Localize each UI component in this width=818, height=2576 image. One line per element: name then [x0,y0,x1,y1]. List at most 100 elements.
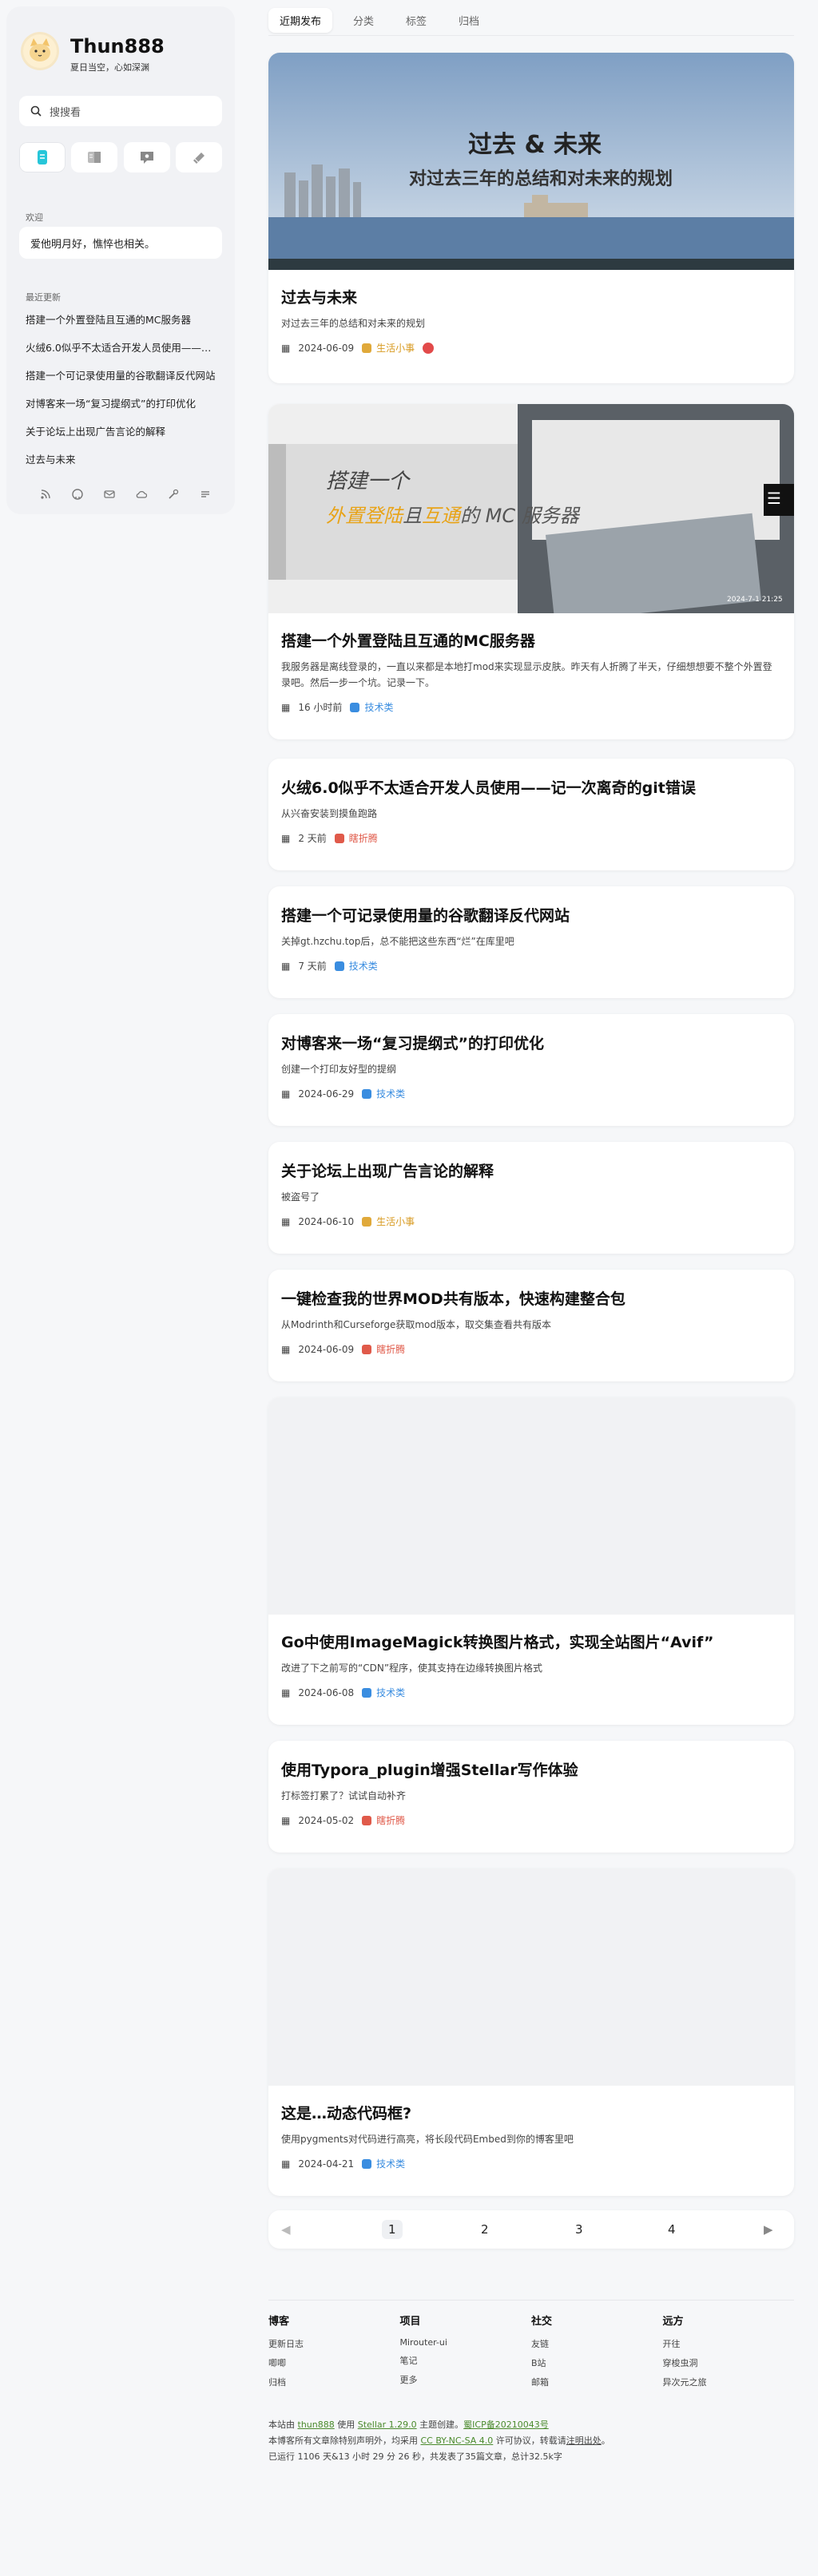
nav-more-button[interactable] [175,142,222,172]
post-title[interactable]: 搭建一个外置登陆且互通的MC服务器 [281,629,781,651]
post-title[interactable]: 关于论坛上出现广告言论的解释 [281,1159,781,1181]
post-title[interactable]: 这是…动态代码框? [281,2102,781,2123]
footer-column-blog: 博客 更新日志 唧唧 归档 [268,2312,400,2395]
post-card[interactable]: 搭建一个 外置登陆且互通的 MC 服务器 ☰ 2024-7-1 21:25 搭建… [268,404,794,739]
post-title[interactable]: 搭建一个可记录使用量的谷歌翻译反代网站 [281,904,781,925]
recent-post-link[interactable]: 过去与未来 [26,453,220,481]
tab-recent[interactable]: 近期发布 [268,8,333,33]
post-title[interactable]: 过去与未来 [281,286,781,307]
post-cover-placeholder [268,1397,794,1615]
footer-link[interactable]: 友链 [531,2337,663,2350]
mail-icon[interactable] [102,489,117,503]
post-category[interactable]: 技术类 [350,700,393,714]
prev-page-icon[interactable]: ◀ [281,2222,291,2237]
recent-post-link[interactable]: 对博客来一场“复习提纲式”的打印优化 [26,397,220,425]
calendar-icon: ▦ [281,832,291,844]
footer-link[interactable]: 归档 [268,2376,400,2388]
post-category[interactable]: 生活小事 [362,341,415,355]
post-excerpt: 从兴奋安装到摸鱼跑路 [281,808,378,819]
tab-tags[interactable]: 标签 [395,8,438,33]
footer-link[interactable]: Mirouter-ui [400,2337,532,2348]
social-links [38,489,212,503]
post-meta: ▦ 2024-06-10 生活小事 [281,1215,781,1228]
post-card[interactable]: 这是…动态代码框? 使用pygments对代码进行高亮，将长段代码Embed到你… [268,1869,794,2196]
post-card[interactable]: 关于论坛上出现广告言论的解释 被盗号了 ▦ 2024-06-10 生活小事 [268,1142,794,1254]
post-category[interactable]: 瞎折腾 [362,1342,405,1356]
tab-categories[interactable]: 分类 [342,8,385,33]
post-card[interactable]: 搭建一个可记录使用量的谷歌翻译反代网站 关掉gt.hzchu.top后，总不能把… [268,886,794,998]
post-title[interactable]: 对博客来一场“复习提纲式”的打印优化 [281,1032,781,1053]
tab-archive[interactable]: 归档 [447,8,490,33]
nav-wiki-button[interactable] [71,142,118,172]
menu-icon: ☰ [767,489,781,508]
post-card[interactable]: 火绒6.0似乎不太适合开发人员使用——记一次离奇的git错误 从兴奋安装到摸鱼跑… [268,759,794,870]
post-category[interactable]: 技术类 [362,1686,405,1699]
post-category[interactable]: 瞎折腾 [362,1813,405,1827]
github-icon[interactable] [70,489,85,503]
site-title[interactable]: Thun888 [70,35,165,57]
post-card[interactable]: 过去 & 未来 对过去三年的总结和对未来的规划 过去与未来 对过去三年的总结和对… [268,53,794,383]
recent-post-link[interactable]: 搭建一个外置登陆且互通的MC服务器 [26,313,220,341]
calendar-icon: ▦ [281,1814,291,1826]
recent-post-link[interactable]: 搭建一个可记录使用量的谷歌翻译反代网站 [26,369,220,397]
post-card[interactable]: 对博客来一场“复习提纲式”的打印优化 创建一个打印友好型的提纲 ▦ 2024-0… [268,1014,794,1126]
welcome-text: 爱他明月好，憔悴也相关。 [19,227,222,259]
next-page-icon[interactable]: ▶ [764,2222,773,2237]
search-input[interactable]: 搜搜看 [19,96,222,126]
footer-link[interactable]: 笔记 [400,2354,532,2367]
post-card[interactable]: 使用Typora_plugin增强Stellar写作体验 打标签打累了？试试自动… [268,1741,794,1853]
post-excerpt: 被盗号了 [281,1191,320,1203]
post-category[interactable]: 技术类 [362,2157,405,2170]
footer-link[interactable]: B站 [531,2356,663,2369]
recent-post-link[interactable]: 关于论坛上出现广告言论的解释 [26,425,220,453]
post-category[interactable]: 技术类 [362,1087,405,1100]
post-title[interactable]: 一键检查我的世界MOD共有版本，快速构建整合包 [281,1287,781,1309]
post-category[interactable]: 技术类 [334,959,378,973]
post-tabs: 近期发布 分类 标签 归档 [268,8,490,33]
post-card[interactable]: 一键检查我的世界MOD共有版本，快速构建整合包 从Modrinth和Cursef… [268,1270,794,1381]
wiki-icon [88,152,101,163]
post-meta: ▦ 2024-06-09 生活小事 [281,341,781,355]
footer-link[interactable]: 异次元之旅 [663,2376,795,2388]
recent-post-link[interactable]: 火绒6.0似乎不太适合开发人员使用——记一次离奇的git错误 [26,341,220,369]
page-link[interactable]: 3 [575,2222,583,2237]
post-cover-placeholder [268,1869,794,2086]
site-logo[interactable] [21,32,59,70]
post-meta: ▦ 2024-05-02 瞎折腾 [281,1813,781,1827]
footer-link[interactable]: 更多 [400,2373,532,2386]
folder-icon [362,1344,372,1354]
author-link[interactable]: thun888 [298,2419,335,2430]
post-category[interactable]: 生活小事 [362,1215,415,1228]
cloud-icon[interactable] [134,489,149,503]
folder-icon [362,1815,372,1825]
list-icon[interactable] [198,489,212,503]
post-title[interactable]: 火绒6.0似乎不太适合开发人员使用——记一次离奇的git错误 [281,776,781,798]
page-link[interactable]: 2 [481,2222,489,2237]
post-excerpt: 从Modrinth和Curseforge获取mod版本，取交集查看共有版本 [281,1319,551,1330]
site-subtitle: 夏日当空，心如深渊 [70,62,149,73]
post-category[interactable]: 瞎折腾 [334,831,378,845]
license-link[interactable]: CC BY-NC-SA 4.0 [421,2435,494,2446]
search-icon [30,105,42,117]
tool-icon[interactable] [166,489,181,503]
footer-link[interactable]: 唧唧 [268,2356,400,2369]
page-link[interactable]: 4 [668,2222,676,2237]
post-excerpt: 使用pygments对代码进行高亮，将长段代码Embed到你的博客里吧 [281,2134,574,2145]
post-title[interactable]: Go中使用ImageMagick转换图片格式，实现全站图片“Avif” [281,1631,781,1652]
post-title[interactable]: 使用Typora_plugin增强Stellar写作体验 [281,1758,781,1780]
icp-link[interactable]: 蜀ICP备20210043号 [463,2419,549,2430]
theme-link[interactable]: Stellar 1.29.0 [358,2419,417,2430]
welcome-heading: 欢迎 [26,212,43,223]
attribution-link[interactable]: 注明出处 [566,2435,602,2446]
footer-link[interactable]: 邮箱 [531,2376,663,2388]
nav-notes-button[interactable] [123,142,170,172]
footer-link[interactable]: 穿梭虫洞 [663,2356,795,2369]
post-date: 2024-06-29 [298,1088,355,1100]
nav-posts-button[interactable] [19,142,66,172]
page-link-current[interactable]: 1 [382,2220,403,2239]
footer-column-projects: 项目 Mirouter-ui 笔记 更多 [400,2312,532,2395]
rss-icon[interactable] [38,489,53,503]
footer-link[interactable]: 开往 [663,2337,795,2350]
post-card[interactable]: Go中使用ImageMagick转换图片格式，实现全站图片“Avif” 改进了下… [268,1397,794,1725]
footer-link[interactable]: 更新日志 [268,2337,400,2350]
